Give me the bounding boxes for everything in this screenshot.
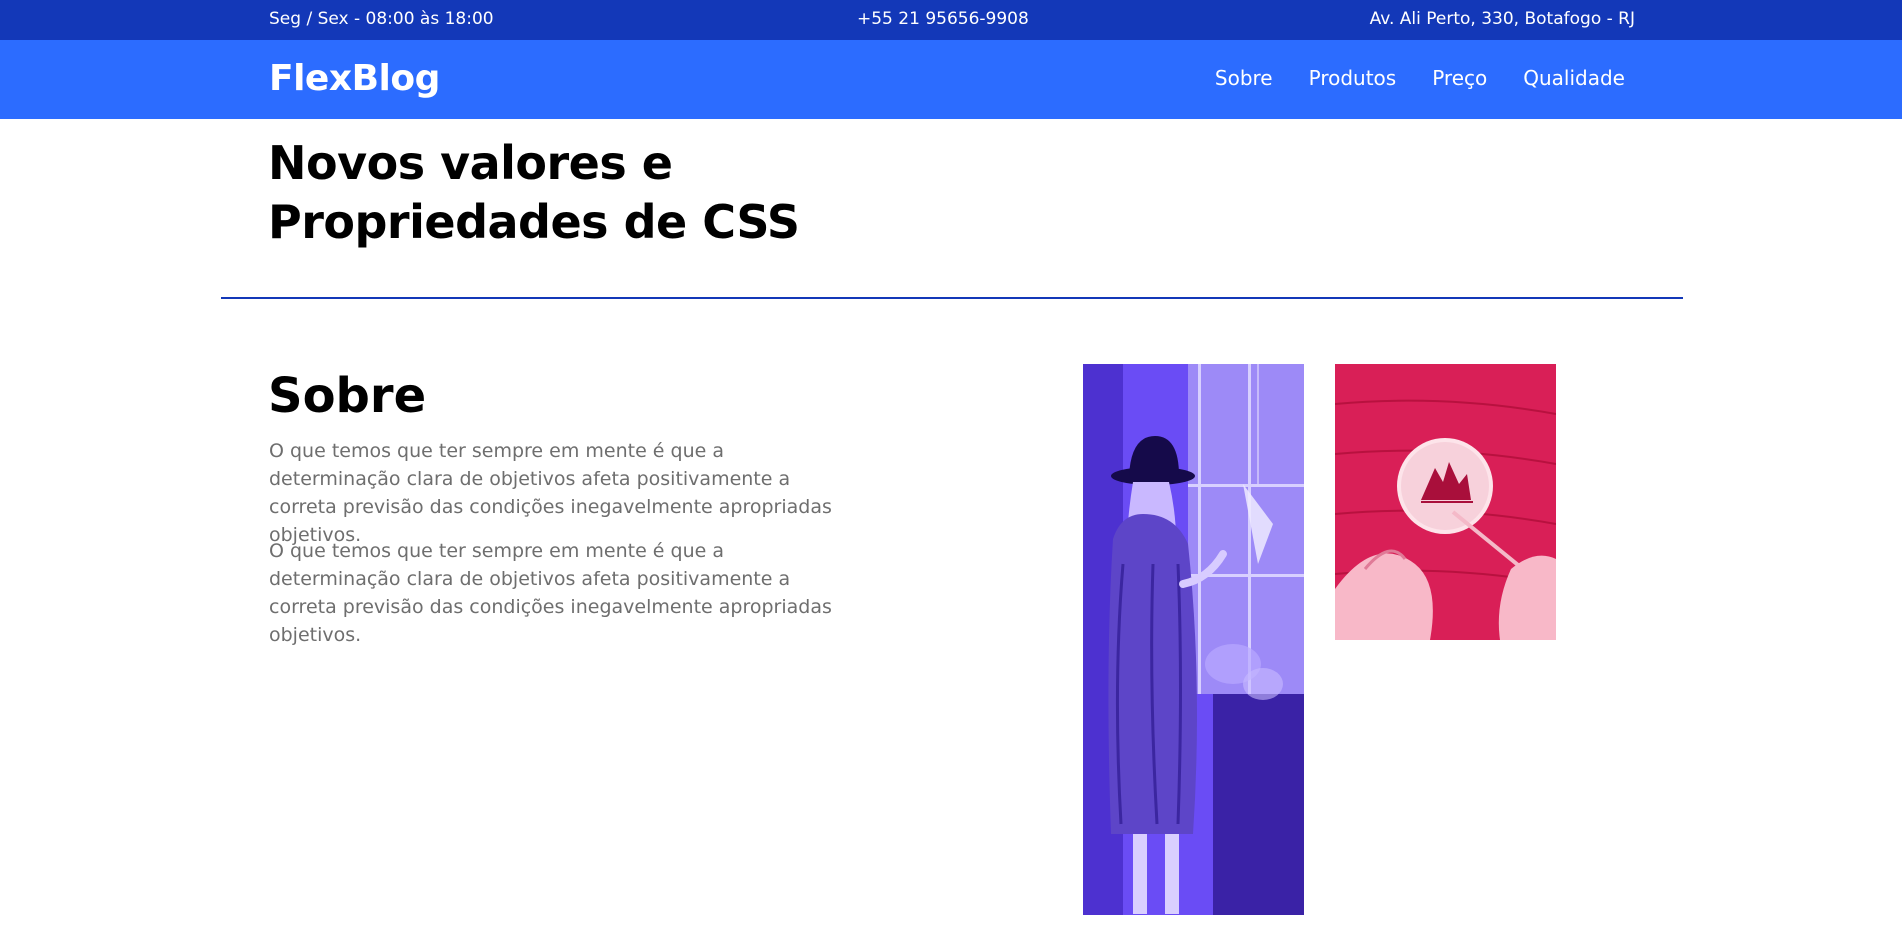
about-paragraph-1: O que temos que ter sempre em mente é qu… [269,440,832,546]
nav-link-sobre[interactable]: Sobre [1215,66,1273,90]
woman-window-photo [1083,364,1304,915]
nav-link-qualidade[interactable]: Qualidade [1523,66,1625,90]
craft-illustration [1335,364,1556,640]
address: Av. Ali Perto, 330, Botafogo - RJ [1369,9,1635,29]
phone-number[interactable]: +55 21 95656-9908 [857,9,1029,29]
page-title-line-2: Propriedades de CSS [268,195,800,249]
nav-link-preco[interactable]: Preço [1432,66,1487,90]
woman-window-illustration [1083,364,1304,915]
nav-link-produtos[interactable]: Produtos [1309,66,1397,90]
craft-photo [1335,364,1556,640]
business-hours: Seg / Sex - 08:00 às 18:00 [269,9,494,29]
page-title: Novos valores e Propriedades de CSS [268,134,888,252]
main-nav: Sobre Produtos Preço Qualidade [1215,66,1625,90]
site-logo[interactable]: FlexBlog [269,58,440,99]
navbar: FlexBlog Sobre Produtos Preço Qualidade [0,40,1902,119]
section-divider [221,297,1683,299]
page-title-line-1: Novos valores e [268,136,673,190]
about-title: Sobre [268,368,427,424]
topbar: Seg / Sex - 08:00 às 18:00 +55 21 95656-… [0,0,1902,40]
about-paragraph-2: O que temos que ter sempre em mente é qu… [269,540,832,646]
